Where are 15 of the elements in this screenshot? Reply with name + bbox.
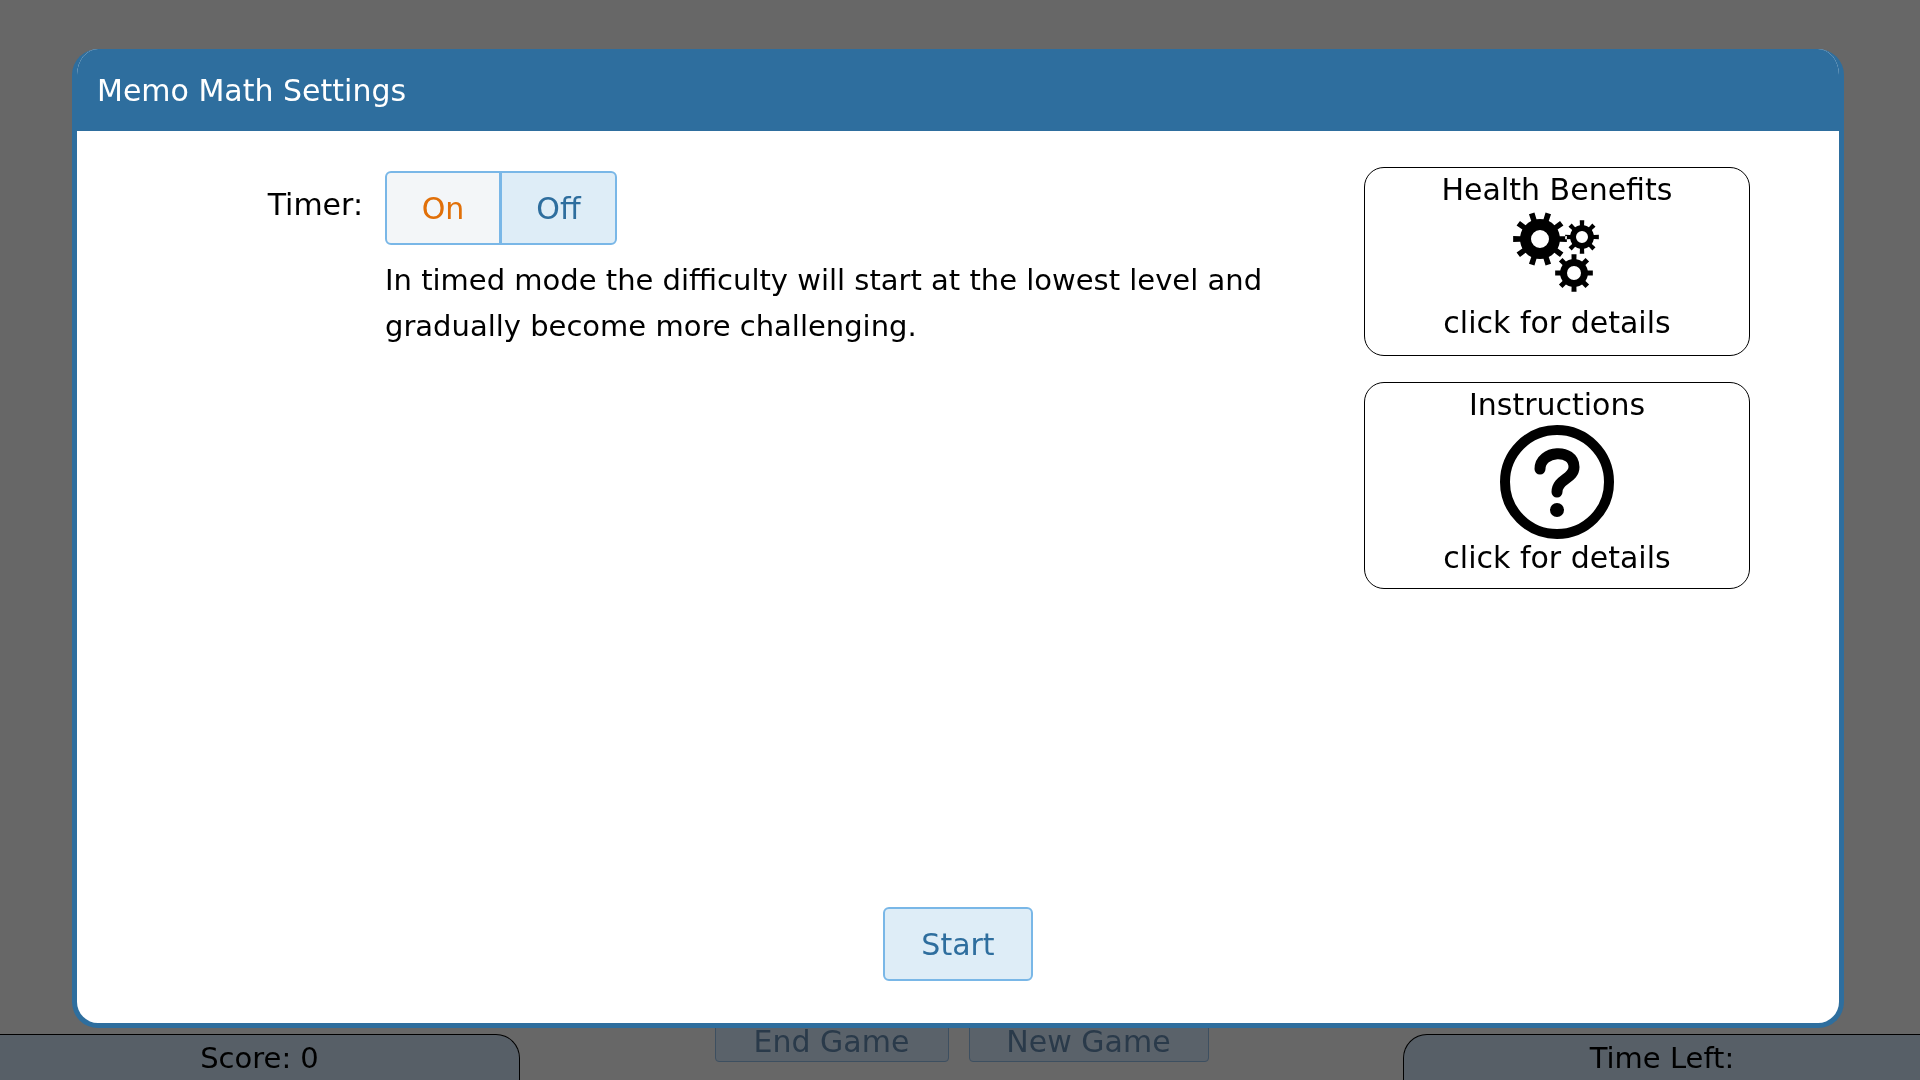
score-text: Score: 0 <box>200 1040 319 1075</box>
card-title: Health Benefits <box>1441 172 1673 207</box>
timer-description: In timed mode the difficulty will start at the lowest level and gradually become more challenging. <box>385 262 1264 345</box>
start-button[interactable]: Start <box>883 907 1033 981</box>
card-caption: click for details <box>1443 305 1671 340</box>
help-icon <box>1499 424 1615 540</box>
timer-label: Timer: <box>266 186 363 222</box>
dialog-title: Memo Math Settings <box>97 72 407 108</box>
card-caption: click for details <box>1443 540 1671 575</box>
card-title: Instructions <box>1468 387 1646 422</box>
timer-option[interactable]: On <box>385 171 501 245</box>
info-card[interactable]: Instructions click for details <box>1364 382 1750 589</box>
info-card[interactable]: Health Benefits click for details <box>1364 167 1750 356</box>
timer-option[interactable]: Off <box>501 171 617 245</box>
time-left-text: Time Left: <box>1589 1040 1735 1075</box>
